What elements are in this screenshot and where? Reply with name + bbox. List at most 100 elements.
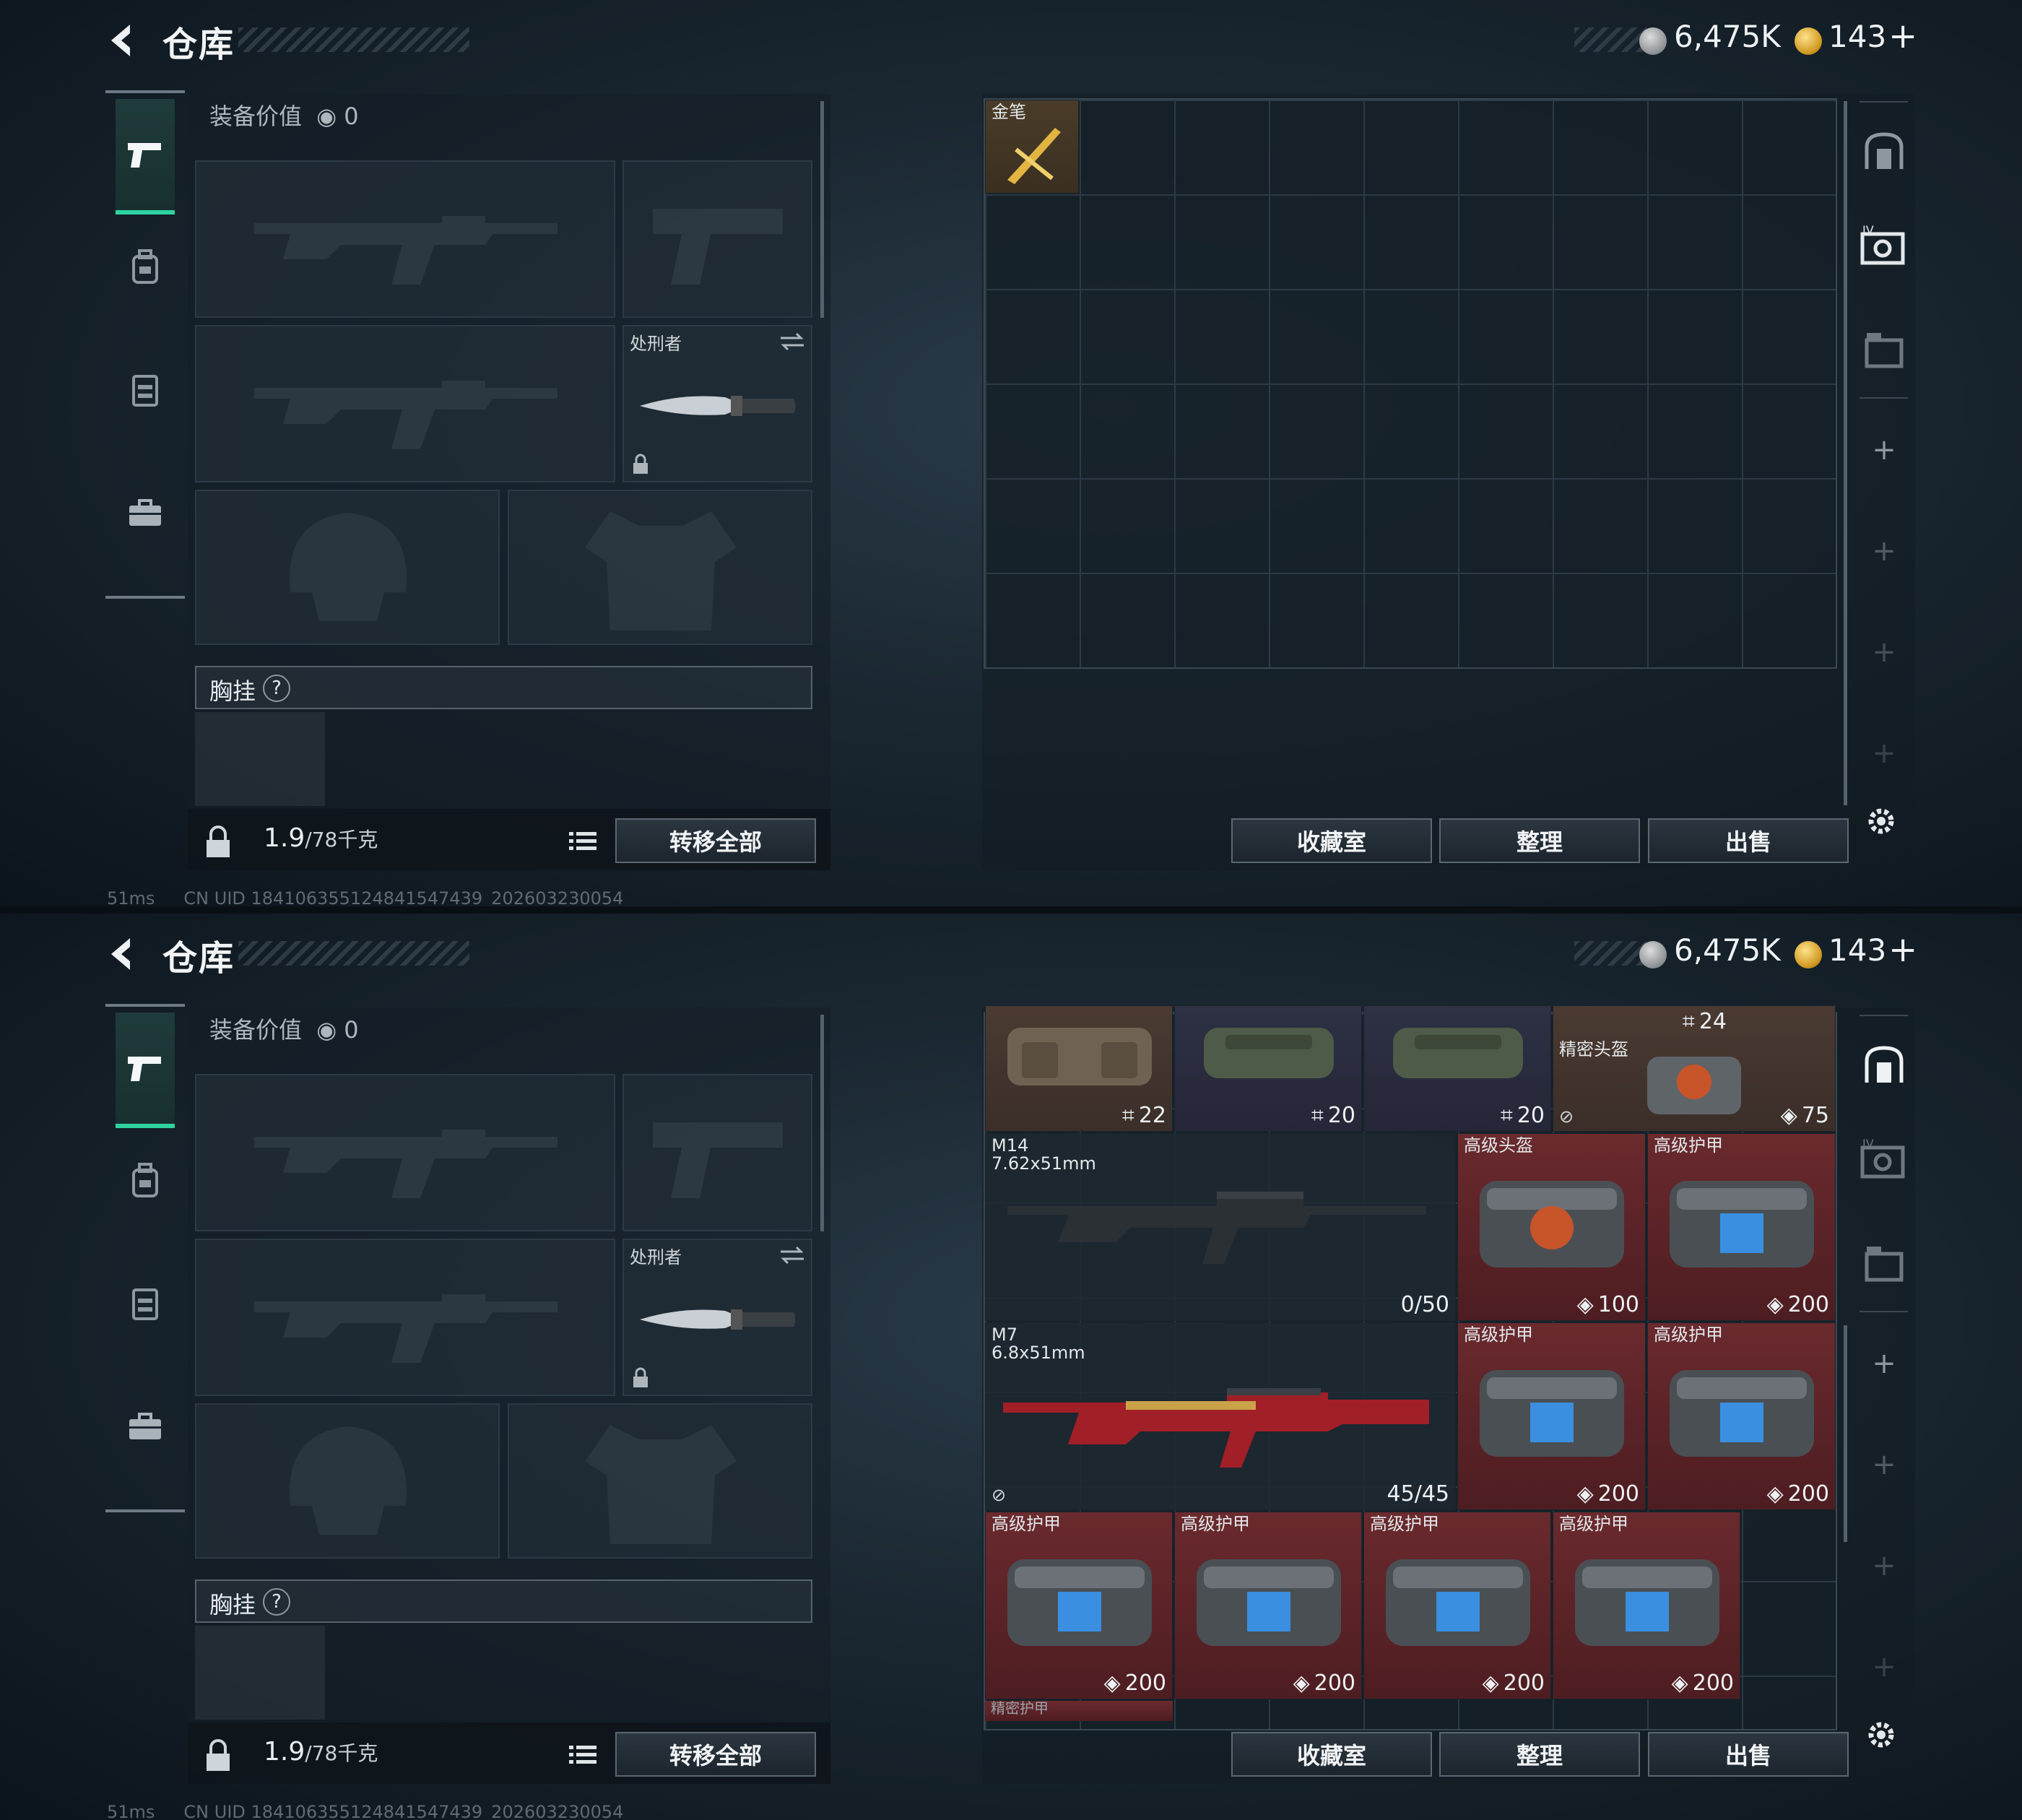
storage-item-advanced-armor[interactable]: 高级护甲 ◈ 200	[985, 1512, 1173, 1699]
helmet-slot[interactable]	[195, 490, 500, 645]
storage-item-advanced-armor[interactable]: 高级护甲 ◈ 200	[1363, 1512, 1551, 1699]
add-tab-button[interactable]: +	[1871, 638, 1897, 667]
safe-icon[interactable]	[1862, 1044, 1906, 1087]
loadout-scrollbar[interactable]	[820, 1015, 824, 1231]
back-arrow-icon[interactable]	[101, 932, 144, 976]
svg-text:IV: IV	[1862, 224, 1874, 237]
sidebar-bracket	[105, 1004, 185, 1007]
storage-item-precision-helmet[interactable]: 精密头盔 ⌗ 24 ⊘ ◈ 75	[1553, 1005, 1836, 1132]
swap-icon[interactable]	[779, 332, 805, 351]
gear-icon[interactable]	[1863, 1717, 1899, 1753]
durability-readout: ◈ 200	[1293, 1670, 1355, 1696]
armor-slot[interactable]	[508, 1403, 812, 1559]
tab-case[interactable]	[116, 469, 175, 556]
crate-icon[interactable]	[1862, 329, 1906, 369]
back-arrow-icon[interactable]	[101, 19, 144, 62]
chest-rig-label: 胸挂	[209, 1591, 256, 1618]
tier-crate-icon[interactable]: IV	[1860, 224, 1907, 267]
help-icon[interactable]: ?	[263, 675, 290, 702]
add-currency-button[interactable]: +	[1888, 16, 1917, 56]
armor-slot[interactable]	[508, 490, 812, 645]
secondary-weapon-slot[interactable]	[195, 325, 615, 482]
primary-weapon-slot[interactable]	[195, 1074, 615, 1231]
safe-icon[interactable]	[1862, 130, 1906, 173]
tab-backpack[interactable]	[116, 1138, 175, 1224]
pistol-silhouette-icon	[653, 209, 783, 285]
storage-item-advanced-armor[interactable]: 高级护甲 ◈ 200	[1647, 1322, 1836, 1510]
storage-item-backpack[interactable]: ⌗ 20	[1363, 1005, 1551, 1132]
storage-tabs: IV + + + +	[1852, 1008, 1915, 1730]
storage-item-backpack[interactable]: ⌗ 20	[1174, 1005, 1362, 1132]
sell-button[interactable]: 出售	[1648, 818, 1849, 863]
tab-backpack[interactable]	[116, 224, 175, 311]
transfer-all-button[interactable]: 转移全部	[615, 818, 816, 863]
backpack-icon	[1393, 1028, 1523, 1078]
storage-item-advanced-helmet[interactable]: 高级头盔 ◈ 100	[1457, 1133, 1646, 1321]
pistol-slot[interactable]	[622, 1074, 812, 1231]
sort-button[interactable]: 整理	[1439, 818, 1640, 863]
pistol-slot[interactable]	[622, 160, 812, 318]
storage-item-precision-armor[interactable]: 精密护甲	[985, 1701, 1173, 1721]
capacity-readout: ⌗ 20	[1501, 1103, 1545, 1128]
helmet-slot[interactable]	[195, 1403, 500, 1559]
add-tab-button[interactable]: +	[1871, 436, 1897, 464]
gold-coin-icon	[1795, 941, 1822, 968]
melee-slot[interactable]: 处刑者	[622, 1239, 812, 1396]
storage-item-m7[interactable]: M7 6.8x51mm ⊘ 45/45	[985, 1322, 1456, 1510]
durability-value: 100	[1597, 1292, 1639, 1317]
tier-crate-icon[interactable]: IV	[1860, 1138, 1907, 1181]
tab-vest[interactable]	[116, 1260, 175, 1347]
list-icon[interactable]	[563, 823, 602, 859]
gold-coin-icon	[1795, 27, 1822, 55]
chest-rig-slot[interactable]	[195, 712, 325, 806]
help-icon[interactable]: ?	[263, 1588, 290, 1616]
tab-weapons[interactable]	[116, 1013, 175, 1128]
item-label: 精密护甲	[991, 1701, 1049, 1717]
crate-icon[interactable]	[1862, 1242, 1906, 1283]
add-tab-button[interactable]: +	[1871, 537, 1897, 566]
add-tab-button[interactable]: +	[1871, 1349, 1897, 1378]
swap-icon[interactable]	[779, 1246, 805, 1265]
gear-icon[interactable]	[1863, 803, 1899, 839]
add-tab-button[interactable]: +	[1871, 1450, 1897, 1479]
list-icon[interactable]	[563, 1737, 602, 1773]
tab-separator	[1860, 397, 1908, 399]
tab-case[interactable]	[116, 1383, 175, 1470]
transfer-all-button[interactable]: 转移全部	[615, 1732, 816, 1777]
equipment-value-number: 0	[344, 1016, 359, 1044]
add-tab-button[interactable]: +	[1871, 739, 1897, 768]
storage-scrollbar[interactable]	[1844, 1325, 1847, 1542]
secondary-weapon-slot[interactable]	[195, 1239, 615, 1396]
chest-rig-slot[interactable]	[195, 1626, 325, 1720]
sort-button[interactable]: 整理	[1439, 1732, 1640, 1777]
collection-room-button[interactable]: 收藏室	[1231, 818, 1432, 863]
sell-button[interactable]: 出售	[1648, 1732, 1849, 1777]
lock-icon[interactable]	[204, 1739, 233, 1772]
add-tab-button[interactable]: +	[1871, 1551, 1897, 1580]
storage-item-m14[interactable]: M14 7.62x51mm 0/50	[985, 1133, 1456, 1321]
armor-case-icon	[1670, 1181, 1814, 1268]
item-label: 高级护甲	[992, 1514, 1061, 1534]
shield-icon: ◈	[1103, 1670, 1121, 1696]
add-currency-button[interactable]: +	[1888, 930, 1917, 970]
storage-scrollbar[interactable]	[1844, 101, 1847, 805]
backpack-icon	[132, 249, 158, 284]
storage-item-backpack[interactable]: ⌗ 22	[985, 1005, 1173, 1132]
tab-vest[interactable]	[116, 347, 175, 433]
loadout-scrollbar[interactable]	[820, 101, 824, 318]
storage-item-advanced-armor[interactable]: 高级护甲 ◈ 200	[1647, 1133, 1836, 1321]
grid-icon: ⌗	[1682, 1009, 1695, 1034]
storage-item-gold-pen[interactable]: 金笔	[985, 100, 1079, 194]
lock-icon[interactable]	[204, 826, 233, 859]
collection-room-button[interactable]: 收藏室	[1231, 1732, 1432, 1777]
primary-weapon-slot[interactable]	[195, 160, 615, 318]
tab-weapons[interactable]	[116, 99, 175, 214]
storage-item-advanced-armor[interactable]: 高级护甲 ◈ 200	[1457, 1322, 1646, 1510]
shield-icon: ◈	[1576, 1292, 1594, 1317]
add-tab-button[interactable]: +	[1871, 1652, 1897, 1681]
capacity-value: 20	[1517, 1103, 1545, 1128]
melee-slot[interactable]: 处刑者	[622, 325, 812, 482]
item-label: 高级护甲	[1559, 1514, 1628, 1534]
storage-item-advanced-armor[interactable]: 高级护甲 ◈ 200	[1174, 1512, 1362, 1699]
storage-item-advanced-armor[interactable]: 高级护甲 ◈ 200	[1553, 1512, 1740, 1699]
